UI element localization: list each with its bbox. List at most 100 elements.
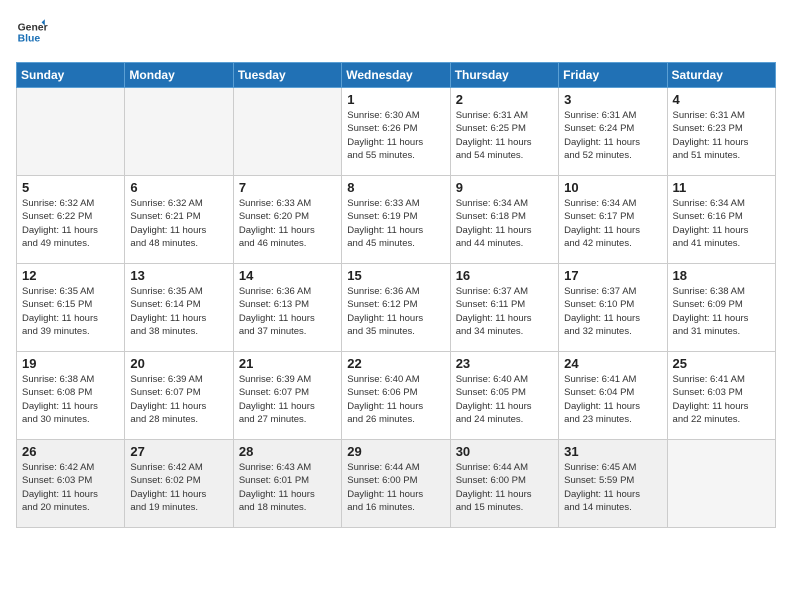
day-number: 15 — [347, 268, 444, 283]
weekday-header-row: SundayMondayTuesdayWednesdayThursdayFrid… — [17, 63, 776, 88]
calendar-week-row: 1 Sunrise: 6:30 AM Sunset: 6:26 PM Daylig… — [17, 88, 776, 176]
cell-info: Sunrise: 6:33 AM Sunset: 6:19 PM Dayligh… — [347, 197, 444, 250]
calendar-cell: 3 Sunrise: 6:31 AM Sunset: 6:24 PM Daylig… — [559, 88, 667, 176]
day-number: 1 — [347, 92, 444, 107]
calendar-cell: 6 Sunrise: 6:32 AM Sunset: 6:21 PM Daylig… — [125, 176, 233, 264]
cell-info: Sunrise: 6:36 AM Sunset: 6:12 PM Dayligh… — [347, 285, 444, 338]
calendar-cell: 20Sunrise: 6:39 AM Sunset: 6:07 PM Dayli… — [125, 352, 233, 440]
calendar-cell — [667, 440, 775, 528]
calendar-cell: 28Sunrise: 6:43 AM Sunset: 6:01 PM Dayli… — [233, 440, 341, 528]
day-number: 10 — [564, 180, 661, 195]
calendar-body: 1 Sunrise: 6:30 AM Sunset: 6:26 PM Daylig… — [17, 88, 776, 528]
calendar-cell: 9 Sunrise: 6:34 AM Sunset: 6:18 PM Daylig… — [450, 176, 558, 264]
cell-info: Sunrise: 6:44 AM Sunset: 6:00 PM Dayligh… — [456, 461, 553, 514]
calendar-cell: 27Sunrise: 6:42 AM Sunset: 6:02 PM Dayli… — [125, 440, 233, 528]
calendar-cell: 17Sunrise: 6:37 AM Sunset: 6:10 PM Dayli… — [559, 264, 667, 352]
calendar-cell: 15 Sunrise: 6:36 AM Sunset: 6:12 PM Dayli… — [342, 264, 450, 352]
day-number: 16 — [456, 268, 553, 283]
day-number: 31 — [564, 444, 661, 459]
day-number: 2 — [456, 92, 553, 107]
weekday-header-cell: Wednesday — [342, 63, 450, 88]
calendar-cell: 23 Sunrise: 6:40 AM Sunset: 6:05 PM Dayli… — [450, 352, 558, 440]
cell-info: Sunrise: 6:32 AM Sunset: 6:21 PM Dayligh… — [130, 197, 227, 250]
calendar-cell: 19 Sunrise: 6:38 AM Sunset: 6:08 PM Dayli… — [17, 352, 125, 440]
cell-info: Sunrise: 6:45 AM Sunset: 5:59 PM Dayligh… — [564, 461, 661, 514]
calendar-week-row: 5 Sunrise: 6:32 AM Sunset: 6:22 PM Daylig… — [17, 176, 776, 264]
calendar-cell: 18 Sunrise: 6:38 AM Sunset: 6:09 PM Dayli… — [667, 264, 775, 352]
cell-info: Sunrise: 6:38 AM Sunset: 6:09 PM Dayligh… — [673, 285, 770, 338]
day-number: 8 — [347, 180, 444, 195]
calendar-cell — [233, 88, 341, 176]
day-number: 19 — [22, 356, 119, 371]
day-number: 22 — [347, 356, 444, 371]
cell-info: Sunrise: 6:37 AM Sunset: 6:11 PM Dayligh… — [456, 285, 553, 338]
cell-info: Sunrise: 6:39 AM Sunset: 6:07 PM Dayligh… — [239, 373, 336, 426]
day-number: 25 — [673, 356, 770, 371]
day-number: 13 — [130, 268, 227, 283]
calendar-cell: 10 Sunrise: 6:34 AM Sunset: 6:17 PM Dayli… — [559, 176, 667, 264]
day-number: 3 — [564, 92, 661, 107]
calendar-cell: 26Sunrise: 6:42 AM Sunset: 6:03 PM Dayli… — [17, 440, 125, 528]
calendar-cell: 30 Sunrise: 6:44 AM Sunset: 6:00 PM Dayli… — [450, 440, 558, 528]
cell-info: Sunrise: 6:43 AM Sunset: 6:01 PM Dayligh… — [239, 461, 336, 514]
cell-info: Sunrise: 6:32 AM Sunset: 6:22 PM Dayligh… — [22, 197, 119, 250]
cell-info: Sunrise: 6:34 AM Sunset: 6:16 PM Dayligh… — [673, 197, 770, 250]
weekday-header-cell: Sunday — [17, 63, 125, 88]
page-container: General Blue SundayMondayTuesdayWednesda… — [0, 0, 792, 538]
weekday-header-cell: Friday — [559, 63, 667, 88]
cell-info: Sunrise: 6:30 AM Sunset: 6:26 PM Dayligh… — [347, 109, 444, 162]
calendar-cell: 21 Sunrise: 6:39 AM Sunset: 6:07 PM Dayli… — [233, 352, 341, 440]
calendar-cell: 31 Sunrise: 6:45 AM Sunset: 5:59 PM Dayli… — [559, 440, 667, 528]
cell-info: Sunrise: 6:41 AM Sunset: 6:04 PM Dayligh… — [564, 373, 661, 426]
weekday-header-cell: Saturday — [667, 63, 775, 88]
cell-info: Sunrise: 6:31 AM Sunset: 6:25 PM Dayligh… — [456, 109, 553, 162]
calendar-cell: 1 Sunrise: 6:30 AM Sunset: 6:26 PM Daylig… — [342, 88, 450, 176]
day-number: 14 — [239, 268, 336, 283]
day-number: 21 — [239, 356, 336, 371]
weekday-header-cell: Tuesday — [233, 63, 341, 88]
calendar-table: SundayMondayTuesdayWednesdayThursdayFrid… — [16, 62, 776, 528]
calendar-cell: 2 Sunrise: 6:31 AM Sunset: 6:25 PM Daylig… — [450, 88, 558, 176]
cell-info: Sunrise: 6:42 AM Sunset: 6:03 PM Dayligh… — [22, 461, 119, 514]
day-number: 9 — [456, 180, 553, 195]
day-number: 18 — [673, 268, 770, 283]
cell-info: Sunrise: 6:35 AM Sunset: 6:14 PM Dayligh… — [130, 285, 227, 338]
cell-info: Sunrise: 6:42 AM Sunset: 6:02 PM Dayligh… — [130, 461, 227, 514]
cell-info: Sunrise: 6:34 AM Sunset: 6:17 PM Dayligh… — [564, 197, 661, 250]
header: General Blue — [16, 16, 776, 48]
logo: General Blue — [16, 16, 48, 48]
weekday-header-cell: Thursday — [450, 63, 558, 88]
calendar-week-row: 12Sunrise: 6:35 AM Sunset: 6:15 PM Dayli… — [17, 264, 776, 352]
day-number: 11 — [673, 180, 770, 195]
cell-info: Sunrise: 6:34 AM Sunset: 6:18 PM Dayligh… — [456, 197, 553, 250]
cell-info: Sunrise: 6:31 AM Sunset: 6:24 PM Dayligh… — [564, 109, 661, 162]
weekday-header-cell: Monday — [125, 63, 233, 88]
cell-info: Sunrise: 6:39 AM Sunset: 6:07 PM Dayligh… — [130, 373, 227, 426]
cell-info: Sunrise: 6:31 AM Sunset: 6:23 PM Dayligh… — [673, 109, 770, 162]
calendar-cell: 4 Sunrise: 6:31 AM Sunset: 6:23 PM Daylig… — [667, 88, 775, 176]
calendar-cell: 22 Sunrise: 6:40 AM Sunset: 6:06 PM Dayli… — [342, 352, 450, 440]
svg-text:Blue: Blue — [18, 34, 41, 45]
calendar-cell: 24 Sunrise: 6:41 AM Sunset: 6:04 PM Dayli… — [559, 352, 667, 440]
day-number: 30 — [456, 444, 553, 459]
logo-icon: General Blue — [16, 16, 48, 48]
calendar-cell: 25 Sunrise: 6:41 AM Sunset: 6:03 PM Dayli… — [667, 352, 775, 440]
cell-info: Sunrise: 6:41 AM Sunset: 6:03 PM Dayligh… — [673, 373, 770, 426]
calendar-cell: 8 Sunrise: 6:33 AM Sunset: 6:19 PM Daylig… — [342, 176, 450, 264]
day-number: 23 — [456, 356, 553, 371]
calendar-cell — [125, 88, 233, 176]
cell-info: Sunrise: 6:40 AM Sunset: 6:05 PM Dayligh… — [456, 373, 553, 426]
day-number: 5 — [22, 180, 119, 195]
day-number: 4 — [673, 92, 770, 107]
cell-info: Sunrise: 6:35 AM Sunset: 6:15 PM Dayligh… — [22, 285, 119, 338]
cell-info: Sunrise: 6:40 AM Sunset: 6:06 PM Dayligh… — [347, 373, 444, 426]
cell-info: Sunrise: 6:44 AM Sunset: 6:00 PM Dayligh… — [347, 461, 444, 514]
day-number: 6 — [130, 180, 227, 195]
calendar-week-row: 26Sunrise: 6:42 AM Sunset: 6:03 PM Dayli… — [17, 440, 776, 528]
cell-info: Sunrise: 6:38 AM Sunset: 6:08 PM Dayligh… — [22, 373, 119, 426]
calendar-cell: 11 Sunrise: 6:34 AM Sunset: 6:16 PM Dayli… — [667, 176, 775, 264]
day-number: 24 — [564, 356, 661, 371]
day-number: 29 — [347, 444, 444, 459]
calendar-cell: 12Sunrise: 6:35 AM Sunset: 6:15 PM Dayli… — [17, 264, 125, 352]
day-number: 7 — [239, 180, 336, 195]
